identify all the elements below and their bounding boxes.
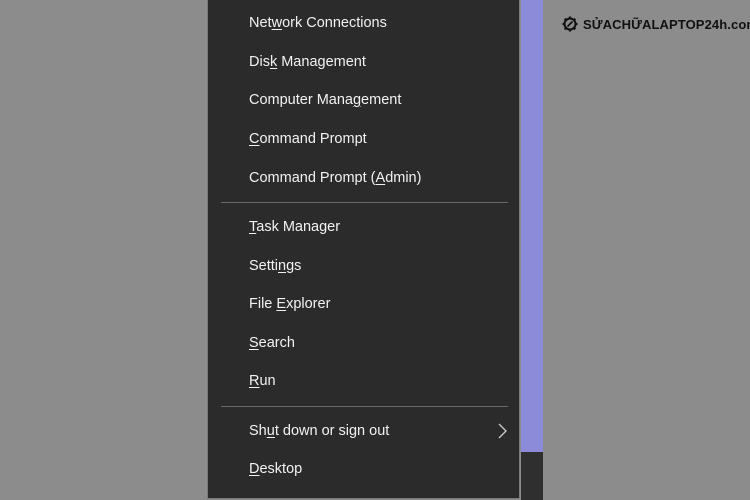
label-part: t down or sign out <box>274 423 390 439</box>
menu-item-label: Computer Management <box>249 92 401 108</box>
menu-item-label: Task Manager <box>249 219 340 235</box>
menu-item-shut-down-or-sign-out[interactable]: Shut down or sign out <box>208 414 519 448</box>
label-part: earch <box>258 335 295 351</box>
menu-item-label: Network Connections <box>249 15 387 31</box>
label-part: ask Manager <box>256 219 341 235</box>
label-part: Setti <box>249 258 279 274</box>
accelerator-key: u <box>266 423 275 439</box>
watermark-logo: SỬACHỮALAPTOP24h.com <box>562 16 750 32</box>
menu-item-label: File Explorer <box>249 296 330 312</box>
menu-item-desktop[interactable]: Desktop <box>208 452 519 486</box>
label-part: un <box>259 373 276 389</box>
label-part: ork Connections <box>282 15 387 31</box>
taskbar-edge <box>521 452 543 500</box>
menu-item-label: Settings <box>249 258 301 274</box>
menu-item-command-prompt-admin[interactable]: Command Prompt (Admin) <box>208 161 519 195</box>
accelerator-key: D <box>249 461 260 477</box>
label-part: Net <box>249 15 272 31</box>
accelerator-key: R <box>249 373 260 389</box>
label-part: ement <box>361 92 402 108</box>
menu-item-file-explorer[interactable]: File Explorer <box>208 287 519 321</box>
menu-item-label: Command Prompt <box>249 131 367 147</box>
accelerator-key: A <box>375 170 386 186</box>
accelerator-key: S <box>249 335 259 351</box>
menu-item-computer-management[interactable]: Computer Management <box>208 83 519 117</box>
menu-item-network-connections[interactable]: Network Connections <box>208 6 519 40</box>
accent-strip <box>521 0 543 452</box>
label-part: ommand Prompt <box>259 131 367 147</box>
label-part: esktop <box>259 461 303 477</box>
menu-item-label: Search <box>249 335 295 351</box>
chevron-right-icon <box>498 423 507 439</box>
gear-icon <box>562 16 578 32</box>
label-part: xplorer <box>286 296 331 312</box>
label-part: Management <box>277 54 366 70</box>
menu-item-label: Shut down or sign out <box>249 423 389 439</box>
accelerator-key: E <box>276 296 287 312</box>
menu-item-settings[interactable]: Settings <box>208 249 519 283</box>
label-part: dmin) <box>385 170 422 186</box>
menu-item-command-prompt[interactable]: Command Prompt <box>208 122 519 156</box>
label-part: File <box>249 296 277 312</box>
accelerator-key: C <box>249 131 260 147</box>
menu-item-label: Disk Management <box>249 54 366 70</box>
label-part: Command Prompt ( <box>249 170 376 186</box>
winx-context-menu: Network Connections Disk Management Comput… <box>207 0 520 499</box>
label-part: Computer Mana <box>249 92 353 108</box>
menu-item-label: Desktop <box>249 461 302 477</box>
label-part: Dis <box>249 54 270 70</box>
menu-item-search[interactable]: Search <box>208 326 519 360</box>
menu-item-run[interactable]: Run <box>208 364 519 398</box>
menu-item-task-manager[interactable]: Task Manager <box>208 210 519 244</box>
accelerator-key: w <box>271 15 283 31</box>
label-part: Sh <box>249 423 267 439</box>
accelerator-key: g <box>352 92 362 108</box>
menu-separator <box>221 406 508 407</box>
logo-text: SỬACHỮALAPTOP24h.com <box>583 16 750 32</box>
menu-item-label: Command Prompt (Admin) <box>249 170 421 186</box>
label-part: gs <box>286 258 302 274</box>
menu-separator <box>221 202 508 203</box>
menu-item-disk-management[interactable]: Disk Management <box>208 45 519 79</box>
accelerator-key: n <box>278 258 287 274</box>
menu-item-label: Run <box>249 373 276 389</box>
